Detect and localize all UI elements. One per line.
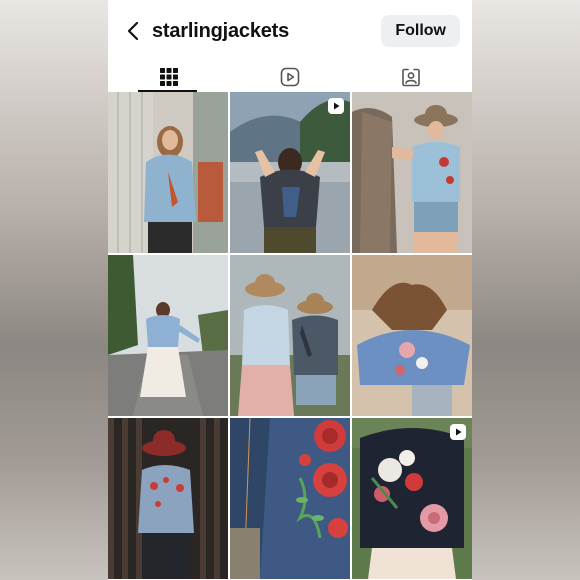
photo-woman-horse	[352, 92, 472, 253]
photo-woman-hair-flip	[352, 255, 472, 416]
post-thumbnail[interactable]	[230, 418, 350, 579]
tab-tagged[interactable]	[351, 62, 472, 92]
profile-screen: starlingjackets Follow	[108, 0, 472, 580]
photo-denim-roses-closeup	[230, 418, 350, 579]
post-thumbnail[interactable]	[352, 92, 472, 253]
photo-woman-wood-wall	[108, 92, 228, 253]
post-thumbnail[interactable]	[230, 255, 350, 416]
tagged-icon	[402, 68, 421, 87]
post-thumbnail[interactable]	[352, 255, 472, 416]
tab-grid[interactable]	[108, 62, 229, 92]
grid-icon	[159, 68, 178, 86]
post-thumbnail[interactable]	[352, 418, 472, 579]
photo-two-women-hats	[230, 255, 350, 416]
profile-header: starlingjackets Follow	[108, 0, 472, 62]
tab-reels[interactable]	[229, 62, 350, 92]
follow-button[interactable]: Follow	[381, 15, 460, 47]
back-arrow-icon[interactable]	[122, 20, 144, 42]
post-thumbnail[interactable]	[108, 255, 228, 416]
photo-black-jacket-flowers	[352, 418, 472, 579]
post-thumbnail[interactable]	[230, 92, 350, 253]
profile-username: starlingjackets	[152, 19, 290, 42]
reel-badge-icon	[450, 424, 466, 440]
post-thumbnail[interactable]	[108, 92, 228, 253]
reel-badge-icon	[328, 98, 344, 114]
post-thumbnail[interactable]	[108, 418, 228, 579]
photo-woman-lake	[230, 92, 350, 253]
reels-icon	[280, 67, 300, 87]
background-right	[472, 0, 580, 580]
profile-tabs	[108, 62, 472, 92]
background-left	[0, 0, 108, 580]
posts-grid	[108, 92, 472, 579]
photo-woman-red-hat	[108, 418, 228, 579]
photo-woman-road	[108, 255, 228, 416]
